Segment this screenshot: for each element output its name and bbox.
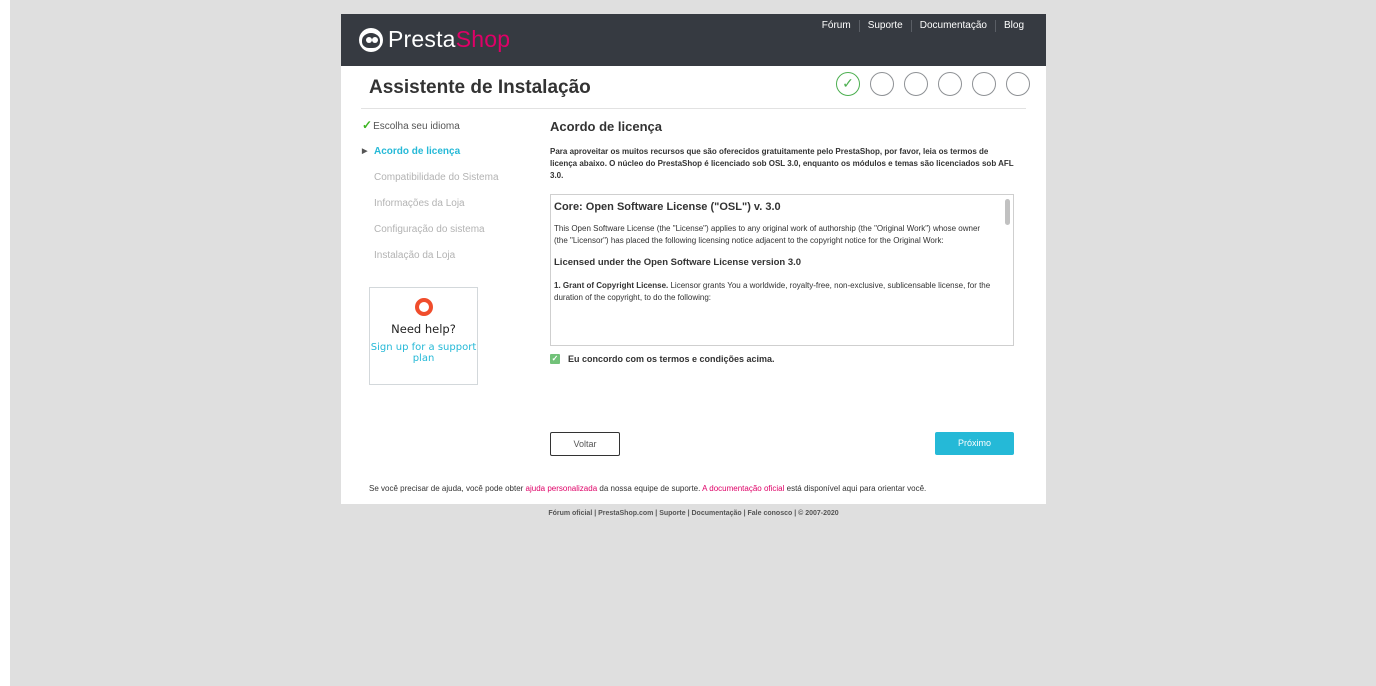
- step-5-indicator: [972, 72, 996, 96]
- sidebar-item-label: Compatibilidade do Sistema: [374, 172, 499, 183]
- sidebar-item-label: Informações da Loja: [374, 198, 465, 209]
- puffin-logo-icon: [359, 27, 383, 52]
- sidebar-item-compatibility: Compatibilidade do Sistema: [362, 171, 522, 197]
- license-intro: Para aproveitar os muitos recursos que s…: [550, 147, 1014, 180]
- nav-blog-link[interactable]: Blog: [994, 20, 1032, 32]
- help-box: Need help? Sign up for a support plan: [369, 287, 478, 385]
- step-4-indicator: [938, 72, 962, 96]
- grant-heading: 1. Grant of Copyright License.: [554, 281, 669, 290]
- sidebar-item-store-info: Informações da Loja: [362, 197, 522, 223]
- license-title: Core: Open Software License ("OSL") v. 3…: [554, 201, 781, 213]
- sidebar-item-system-config: Configuração do sistema: [362, 223, 522, 249]
- license-subtitle: Licensed under the Open Software License…: [554, 257, 802, 268]
- support-plan-link[interactable]: Sign up for a support plan: [370, 342, 477, 364]
- logo-text: PrestaShop: [388, 26, 511, 52]
- footer-help-text: Se você precisar de ajuda, você pode obt…: [369, 484, 926, 493]
- help-title: Need help?: [391, 322, 456, 336]
- sidebar-item-label: Instalação da Loja: [374, 250, 456, 261]
- title-divider: [361, 108, 1026, 109]
- license-grant-paragraph: 1. Grant of Copyright License. Licensor …: [554, 280, 993, 304]
- sidebar-item-label: Escolha seu idioma: [373, 121, 460, 132]
- sidebar-item-installation: Instalação da Loja: [362, 249, 522, 275]
- step-progress: ✓: [826, 72, 1030, 96]
- page-title: Assistente de Instalação: [369, 77, 591, 98]
- license-scrollbar[interactable]: [1005, 199, 1010, 225]
- installer-container: PrestaShop Fórum Suporte Documentação Bl…: [341, 14, 1046, 517]
- installer-panel: Assistente de Instalação ✓ ✓Escolha seu …: [341, 66, 1046, 504]
- step-3-indicator: [904, 72, 928, 96]
- step-2-indicator: [870, 72, 894, 96]
- license-paragraph: This Open Software License (the "License…: [554, 224, 981, 245]
- nav-documentation-link[interactable]: Documentação: [910, 20, 995, 32]
- agree-checkbox[interactable]: ✓: [550, 354, 560, 364]
- footer-links[interactable]: Fórum oficial | PrestaShop.com | Suporte…: [341, 510, 1046, 517]
- sidebar-item-label: Acordo de licença: [374, 146, 461, 157]
- checkmark-icon: ✓: [362, 118, 373, 132]
- steps-sidebar: ✓Escolha seu idioma ▶ Acordo de licença C…: [362, 119, 522, 275]
- next-button[interactable]: Próximo: [935, 432, 1014, 455]
- nav-support-link[interactable]: Suporte: [858, 20, 911, 32]
- agree-checkbox-row[interactable]: ✓ Eu concordo com os termos e condições …: [550, 354, 1014, 364]
- lifebuoy-icon: [414, 298, 433, 316]
- license-text-box[interactable]: Core: Open Software License ("OSL") v. 3…: [550, 194, 1014, 346]
- footer-help-part: Se você precisar de ajuda, você pode obt…: [369, 484, 526, 493]
- sidebar-item-license: ▶ Acordo de licença: [362, 145, 522, 171]
- official-documentation-link[interactable]: A documentação oficial: [702, 484, 784, 493]
- prestashop-logo[interactable]: PrestaShop: [359, 26, 510, 53]
- step-1-indicator: ✓: [836, 72, 860, 96]
- back-button[interactable]: Voltar: [550, 432, 620, 456]
- caret-right-icon: ▶: [362, 148, 368, 155]
- license-content: Acordo de licença Para aproveitar os mui…: [550, 119, 1014, 364]
- footer-help-part: está disponível aqui para orientar você.: [784, 484, 927, 493]
- footer-help-part: da nossa equipe de suporte.: [597, 484, 703, 493]
- agree-label[interactable]: Eu concordo com os termos e condições ac…: [568, 354, 775, 364]
- sidebar-item-label: Configuração do sistema: [374, 224, 485, 235]
- sidebar-item-language: ✓Escolha seu idioma: [362, 119, 522, 145]
- section-heading: Acordo de licença: [550, 119, 662, 134]
- step-6-indicator: [1006, 72, 1030, 96]
- checkmark-icon: ✓: [842, 75, 854, 91]
- nav-forum-link[interactable]: Fórum: [814, 20, 859, 32]
- personalized-help-link[interactable]: ajuda personalizada: [526, 484, 598, 493]
- top-navigation: Fórum Suporte Documentação Blog: [814, 20, 1032, 32]
- top-header: PrestaShop Fórum Suporte Documentação Bl…: [341, 14, 1046, 66]
